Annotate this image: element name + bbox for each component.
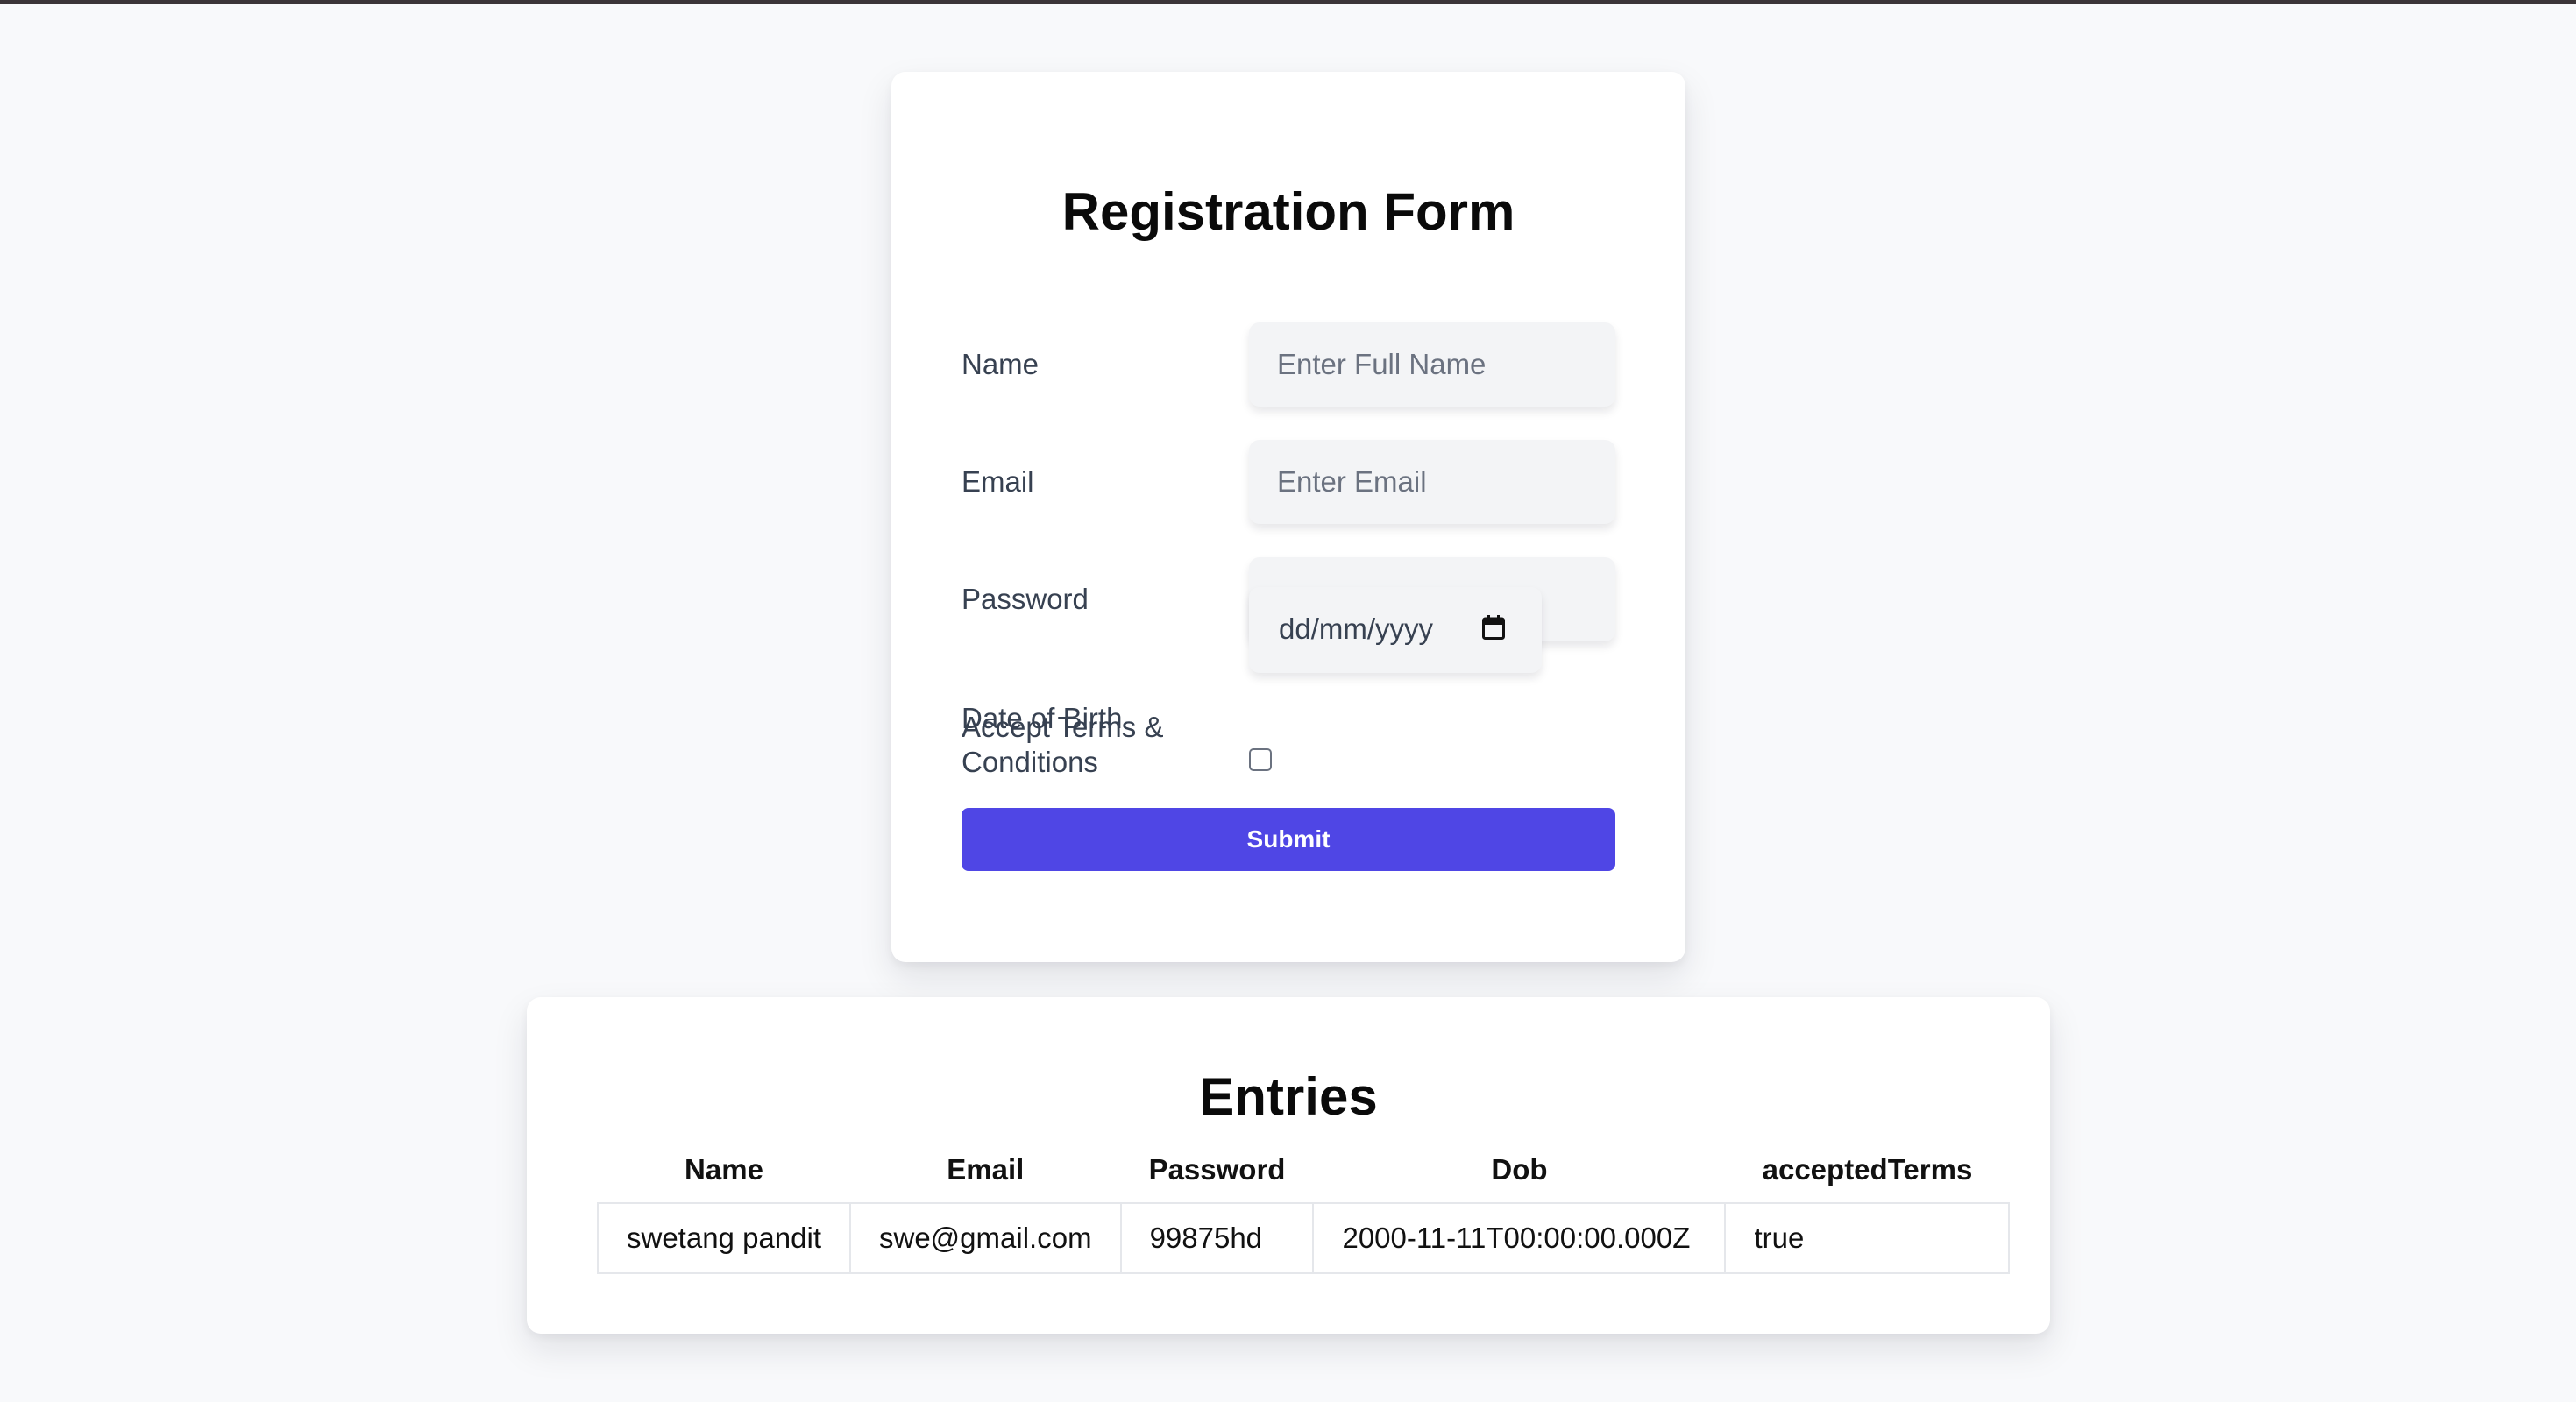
calendar-icon[interactable] xyxy=(1482,615,1505,640)
top-border xyxy=(0,0,2576,4)
email-label: Email xyxy=(962,465,1034,498)
registration-title: Registration Form xyxy=(1061,182,1515,241)
cell-email: swe@gmail.com xyxy=(849,1202,1122,1274)
entries-table: Name Email Password Dob acceptedTerms sw… xyxy=(597,1137,2011,1274)
column-header-password: Password xyxy=(1148,1153,1286,1186)
dob-placeholder: dd/mm/yyyy xyxy=(1279,612,1434,645)
terms-checkbox[interactable] xyxy=(1249,748,1272,771)
column-header-email: Email xyxy=(947,1153,1025,1186)
submit-button[interactable]: Submit xyxy=(962,808,1615,871)
entries-title: Entries xyxy=(1199,1067,1378,1126)
table-header-row: Name Email Password Dob acceptedTerms xyxy=(598,1137,2009,1203)
dob-input[interactable]: dd/mm/yyyy xyxy=(1249,587,1542,673)
cell-dob: 2000-11-11T00:00:00.000Z xyxy=(1312,1202,1727,1274)
cell-accepted-terms: true xyxy=(1724,1202,2011,1274)
column-header-name: Name xyxy=(685,1153,763,1186)
email-input[interactable] xyxy=(1249,440,1615,524)
table-row: swetang pandit swe@gmail.com 99875hd 200… xyxy=(597,1202,2011,1274)
cell-password: 99875hd xyxy=(1119,1202,1315,1274)
column-header-accepted-terms: acceptedTerms xyxy=(1762,1153,1973,1186)
entries-card: Entries Name Email Password Dob accepted… xyxy=(527,997,2050,1334)
name-label: Name xyxy=(962,348,1040,380)
registration-card: Registration Form Name Email Password Da… xyxy=(891,72,1685,962)
cell-name: swetang pandit xyxy=(597,1202,851,1274)
terms-label: Accept Terms & Conditions xyxy=(962,711,1164,778)
password-label: Password xyxy=(962,583,1089,615)
name-input[interactable] xyxy=(1249,322,1615,407)
column-header-dob: Dob xyxy=(1491,1153,1548,1186)
